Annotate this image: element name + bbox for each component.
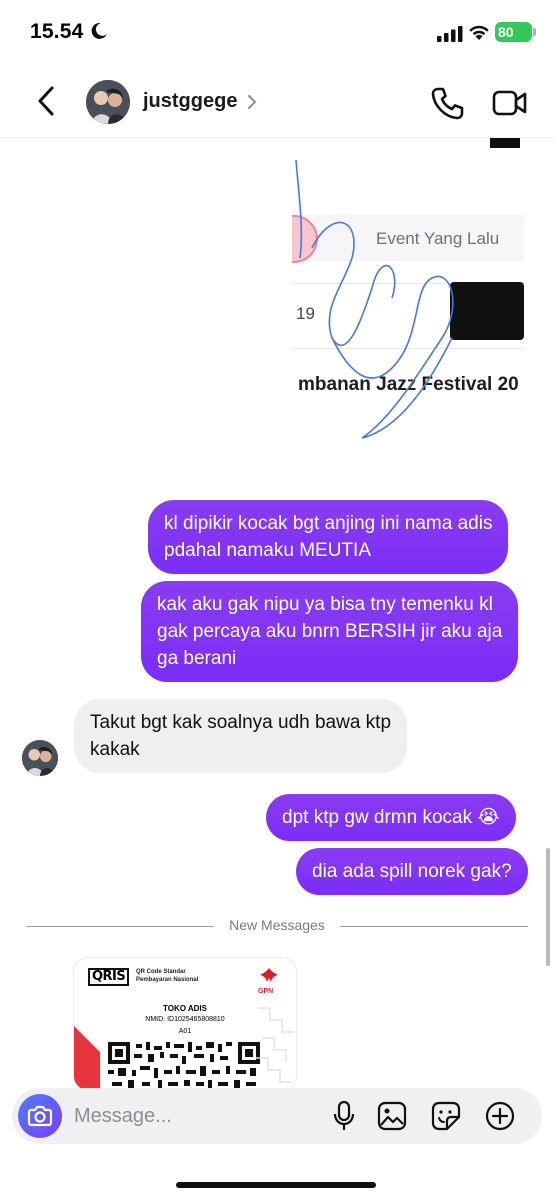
home-indicator[interactable] (176, 1182, 376, 1188)
phone-icon[interactable] (430, 86, 464, 120)
qr-code (108, 1042, 260, 1090)
microphone-icon[interactable] (332, 1100, 356, 1132)
video-camera-icon[interactable] (492, 88, 528, 118)
sender-avatar[interactable] (22, 740, 58, 776)
message-text: dia ada spill norek gak? (312, 861, 512, 882)
message-text: ga berani (157, 648, 237, 669)
incoming-message-bubble[interactable]: Takut bgt kak soalnya udh bawa ktp kakak (74, 699, 408, 773)
message-text: Takut bgt kak soalnya udh bawa ktp (90, 712, 392, 733)
wifi-icon (469, 25, 489, 40)
message-text: kakak (90, 739, 140, 760)
gpn-label: GPN (258, 988, 274, 995)
qris-image-message[interactable]: QRIS QR Code Standar Pembayaran Nasional… (74, 958, 296, 1090)
outgoing-message-bubble[interactable]: dia ada spill norek gak? (296, 848, 528, 895)
add-icon[interactable] (484, 1100, 516, 1132)
avatar-photo (86, 80, 130, 124)
battery-tip (533, 28, 536, 36)
chat-username[interactable]: justggege (143, 90, 237, 113)
outgoing-message-bubble[interactable]: dpt ktp gw drmn kocak 😭 (266, 794, 516, 841)
qris-red-accent (74, 1026, 100, 1090)
avatar[interactable] (86, 80, 130, 124)
scribble-annotation (295, 159, 454, 439)
outgoing-message-bubble[interactable]: kl dipikir kocak bgt anjing ini nama adi… (148, 500, 509, 574)
back-icon[interactable] (32, 84, 62, 118)
gallery-icon[interactable] (376, 1100, 408, 1132)
divider-line (26, 926, 214, 927)
chat-header: justggege (0, 66, 554, 138)
scrollbar[interactable] (546, 848, 550, 966)
message-text: kl dipikir kocak bgt anjing ini nama adi… (164, 513, 493, 534)
battery-indicator: 80 (495, 22, 532, 42)
new-messages-divider: New Messages (229, 917, 325, 933)
status-time: 15.54 (30, 20, 84, 43)
qris-subtitle: QR Code Standar Pembayaran Nasional (136, 968, 198, 984)
shared-screenshot-image[interactable]: Event Yang Lalu 19 GE mbanan Jazz Festiv… (292, 138, 524, 478)
qris-background-pattern (256, 1007, 294, 1083)
qris-subtitle-line: QR Code Standar (136, 969, 186, 975)
message-composer (12, 1088, 542, 1144)
message-text: dpt ktp gw drmn kocak 😭 (282, 807, 500, 828)
sticker-icon[interactable] (430, 1100, 462, 1132)
camera-icon (27, 1105, 53, 1127)
camera-button[interactable] (18, 1094, 62, 1138)
message-text: kak aku gak nipu ya bisa tny temenku kl (157, 594, 493, 615)
message-text: gak percaya aku bnrn BERSIH jir aku aja (157, 621, 503, 642)
qris-logo: QRIS (88, 968, 130, 986)
message-input[interactable] (74, 1098, 314, 1134)
qris-subtitle-line: Pembayaran Nasional (136, 977, 199, 983)
divider-line (340, 926, 528, 927)
outgoing-message-bubble[interactable]: kak aku gak nipu ya bisa tny temenku kl … (141, 581, 519, 682)
signal-icon (437, 26, 463, 42)
chevron-right-icon[interactable] (246, 94, 258, 110)
status-bar: 15.54 80 (0, 0, 554, 66)
message-text: pdahal namaku MEUTIA (164, 540, 371, 561)
moon-icon (91, 22, 107, 39)
avatar-photo (22, 740, 58, 776)
